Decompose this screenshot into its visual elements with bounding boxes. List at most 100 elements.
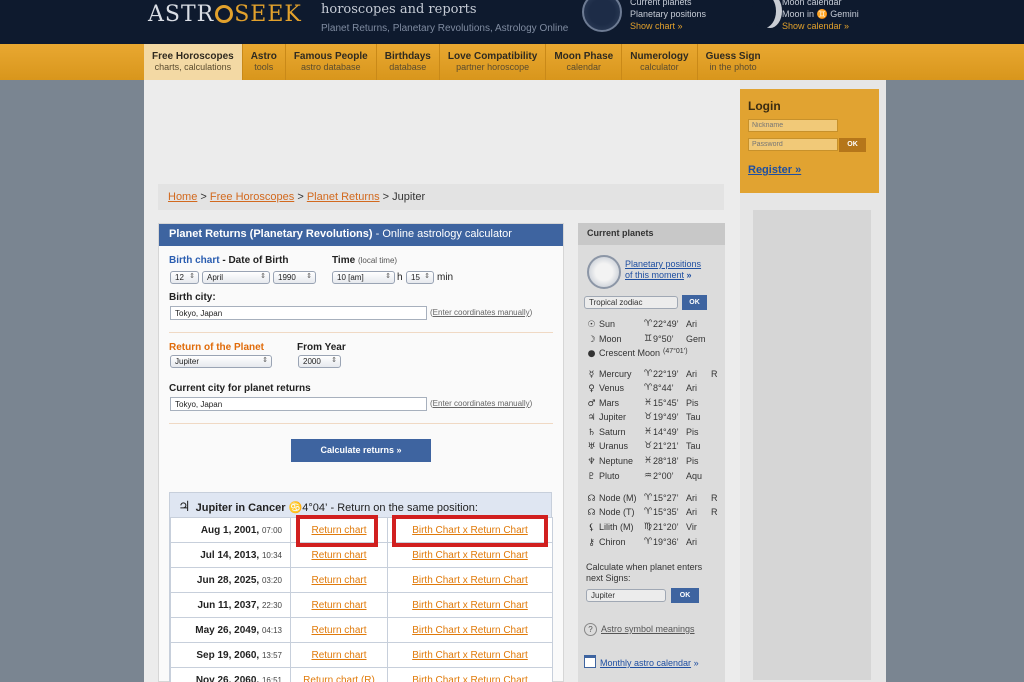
nav-astro-tools[interactable]: Astro tools <box>243 44 286 80</box>
zodiac-select[interactable]: Tropical zodiac <box>584 296 678 309</box>
return-chart-cell: Return chart (R) <box>290 667 388 682</box>
header-title: horoscopes and reports <box>321 2 477 17</box>
return-chart-link[interactable]: Return chart <box>311 625 366 636</box>
sign-glyph-icon: ♉ <box>644 441 653 451</box>
return-date: Aug 1, 2001, 07:00 <box>170 517 291 543</box>
sign-glyph-icon: ♉ <box>644 412 653 422</box>
return-chart-link[interactable]: Return chart <box>311 600 366 611</box>
divider <box>169 332 553 333</box>
return-planet-label: Return of the Planet <box>169 342 265 353</box>
from-year-label: From Year <box>297 342 346 353</box>
planet-row: ♇ Pluto ♒ 2°00’ Aqu <box>587 471 703 482</box>
planet-row: ⚸ Lilith (M) ♍ 21°20’ Vir <box>586 522 697 536</box>
from-year-select[interactable]: 2000 <box>298 355 341 368</box>
jupiter-glyph-icon: ♃ <box>178 499 191 515</box>
birth-city-input[interactable]: Tokyo, Japan <box>170 306 427 320</box>
birth-coordinates-link[interactable]: (Enter coordinates manually) <box>430 308 532 317</box>
planet-row: ♀ Venus ♈ 8°44’ Ari <box>586 383 697 397</box>
return-chart-cell: Return chart <box>290 642 388 668</box>
sign-glyph-icon: ♓ <box>644 398 653 408</box>
birth-month-select[interactable]: April <box>202 271 270 284</box>
birth-minute-select[interactable]: 15 <box>406 271 434 284</box>
current-coordinates-link[interactable]: (Enter coordinates manually) <box>430 399 532 408</box>
nav-birthdays[interactable]: Birthdays database <box>377 44 440 80</box>
planet-glyph-icon: ♄ <box>587 428 596 438</box>
current-city-input[interactable]: Tokyo, Japan <box>170 397 427 411</box>
planetary-positions-link[interactable]: Planetary positions of this moment » <box>625 259 701 281</box>
birth-day-select[interactable]: 12 <box>170 271 199 284</box>
nav-moon-phase[interactable]: Moon Phase calendar <box>546 44 623 80</box>
chart-wheel-icon[interactable] <box>587 255 621 289</box>
sign-glyph-icon: ♈ <box>644 507 653 517</box>
register-link[interactable]: Register » <box>748 164 801 176</box>
return-chart-cell: Return chart <box>290 617 388 643</box>
planet-returns-panel: Planet Returns (Planetary Revolutions) -… <box>158 223 564 682</box>
sign-glyph-icon: ♒ <box>644 471 653 481</box>
sign-glyph-icon: ♓ <box>644 456 653 466</box>
birth-vs-return-chart-link[interactable]: Birth Chart x Return Chart <box>412 550 528 561</box>
planet-select[interactable]: Jupiter <box>170 355 272 368</box>
return-chart-cell: Return chart <box>290 592 388 618</box>
birth-vs-return-chart-link[interactable]: Birth Chart x Return Chart <box>412 575 528 586</box>
breadcrumb-home[interactable]: Home <box>168 191 197 203</box>
next-sign-ok-button[interactable]: OK <box>671 588 699 603</box>
return-date: Nov 26, 2060, 16:51 <box>170 667 291 682</box>
login-ok-button[interactable]: OK <box>839 138 866 152</box>
header-current-planets: Current planets Planetary positions Show… <box>630 0 707 31</box>
nav-free-horoscopes[interactable]: Free Horoscopes charts, calculations <box>144 44 243 80</box>
planet-glyph-icon: ☊ <box>587 508 596 518</box>
cancer-glyph-icon: ♋ <box>288 502 303 514</box>
planet-glyph-icon: ☿ <box>588 370 595 380</box>
show-chart-link[interactable]: Show chart » <box>630 21 683 31</box>
astro-symbols-link[interactable]: ? Astro symbol meanings <box>584 623 695 636</box>
birth-year-select[interactable]: 1990 <box>273 271 316 284</box>
planet-glyph-icon: ♀ <box>588 384 595 394</box>
breadcrumb-free-horoscopes[interactable]: Free Horoscopes <box>210 191 294 203</box>
monthly-calendar-link[interactable]: Monthly astro calendar » <box>584 655 699 668</box>
next-signs-note: Calculate when planet enters next Signs: <box>586 562 703 583</box>
header-subtitle: Planet Returns, Planetary Revolutions, A… <box>321 23 569 34</box>
return-chart-cell: Return chart <box>290 567 388 593</box>
planet-glyph-icon: ♇ <box>587 472 596 482</box>
planet-glyph-icon: ♂ <box>587 399 596 409</box>
planet-wheel-icon[interactable] <box>582 0 622 32</box>
password-input[interactable] <box>748 138 838 151</box>
planet-glyph-icon: ♅ <box>587 442 596 452</box>
show-calendar-link[interactable]: Show calendar » <box>782 21 849 31</box>
planet-row: ♆ Neptune ♓ 28°18’ Pis <box>587 456 699 467</box>
planet-row: ☿ Mercury ♈ 22°19’ Ari R <box>586 369 718 383</box>
site-logo[interactable]: ASTR SEEK <box>148 2 302 27</box>
sign-glyph-icon: ♈ <box>644 383 653 393</box>
birth-hour-select[interactable]: 10 [am] <box>332 271 395 284</box>
moon-icon[interactable] <box>752 0 776 28</box>
site-header: ASTR SEEK horoscopes and reports Planet R… <box>0 0 1024 44</box>
next-sign-planet-select[interactable]: Jupiter <box>586 589 666 602</box>
nav-famous-people[interactable]: Famous People astro database <box>286 44 377 80</box>
return-date: May 26, 2049, 04:13 <box>170 617 291 643</box>
nickname-input[interactable] <box>748 119 838 132</box>
return-chart-link[interactable]: Return chart <box>311 575 366 586</box>
birth-vs-return-chart-link[interactable]: Birth Chart x Return Chart <box>412 600 528 611</box>
return-chart-link[interactable]: Return chart (R) <box>303 675 375 682</box>
planet-row: ♄ Saturn ♓ 14°49’ Pis <box>587 427 699 438</box>
return-chart-link[interactable]: Return chart <box>311 550 366 561</box>
calendar-icon <box>584 655 596 668</box>
nav-numerology[interactable]: Numerology calculator <box>622 44 698 80</box>
calculate-returns-button[interactable]: Calculate returns » <box>291 439 431 462</box>
breadcrumb-planet-returns[interactable]: Planet Returns <box>307 191 380 203</box>
table-row: Sep 19, 2060, 13:57 Return chart Birth Cha… <box>170 642 553 668</box>
table-row: Jun 11, 2037, 22:30 Return chart Birth Cha… <box>170 592 553 618</box>
birth-vs-return-chart-link[interactable]: Birth Chart x Return Chart <box>412 675 528 682</box>
birth-vs-return-chart-link[interactable]: Birth Chart x Return Chart <box>412 650 528 661</box>
nav-love-compatibility[interactable]: Love Compatibility partner horoscope <box>440 44 547 80</box>
synastry-cell: Birth Chart x Return Chart <box>387 617 553 643</box>
time-label: Time (local time) <box>332 255 398 266</box>
nav-guess-sign[interactable]: Guess Sign in the photo <box>698 44 769 80</box>
birth-vs-return-chart-link[interactable]: Birth Chart x Return Chart <box>412 625 528 636</box>
sign-glyph-icon: ♍ <box>644 522 653 532</box>
planet-row: ☉ Sun ♈ 22°49’ Ari <box>587 319 697 330</box>
results-header: ♃ Jupiter in Cancer ♋4°04’ - Return on t… <box>178 499 478 515</box>
return-chart-link[interactable]: Return chart <box>311 650 366 661</box>
moon-phase-icon: ● <box>587 349 596 359</box>
zodiac-ok-button[interactable]: OK <box>682 295 707 310</box>
